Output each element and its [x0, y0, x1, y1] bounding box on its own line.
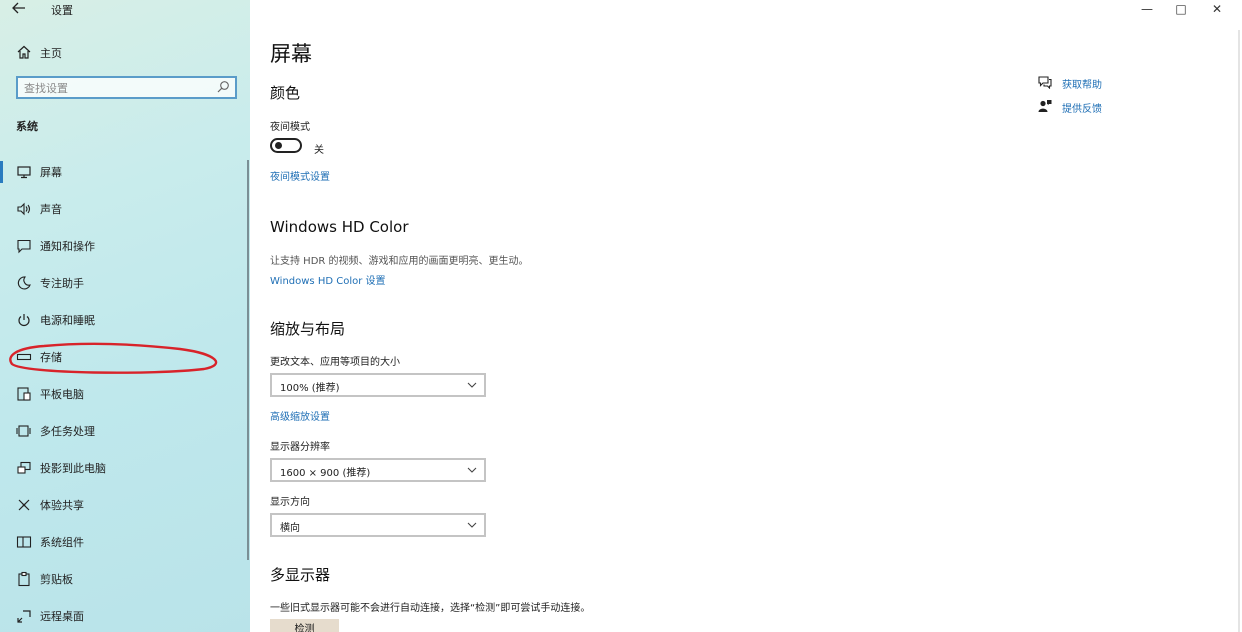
- tablet-icon: [17, 387, 31, 401]
- sidebar-item-label: 体验共享: [40, 499, 84, 512]
- color-heading: 颜色: [270, 84, 301, 102]
- sidebar-item-label: 存储: [40, 351, 62, 364]
- settings-window: 设置 主页 系统 屏幕: [0, 0, 1242, 632]
- section-title: 系统: [16, 120, 38, 133]
- sidebar-item-label: 平板电脑: [40, 388, 84, 401]
- sidebar-item-home[interactable]: 主页: [0, 40, 250, 64]
- sidebar-item-remote-desktop[interactable]: 远程桌面: [0, 599, 250, 632]
- maximize-button[interactable]: □: [1164, 0, 1198, 18]
- feedback-icon: [1038, 100, 1052, 112]
- sidebar-item-power-sleep[interactable]: 电源和睡眠: [0, 303, 250, 340]
- sidebar-item-label: 系统组件: [40, 536, 84, 549]
- chevron-down-icon: [467, 522, 477, 528]
- sidebar-item-tablet[interactable]: 平板电脑: [0, 377, 250, 414]
- search-input[interactable]: [24, 80, 209, 96]
- sidebar-item-system-components[interactable]: 系统组件: [0, 525, 250, 562]
- orientation-value: 横向: [280, 523, 300, 534]
- hdr-settings-link[interactable]: Windows HD Color 设置: [270, 272, 386, 287]
- resolution-label: 显示器分辨率: [270, 442, 330, 453]
- night-light-toggle[interactable]: [270, 138, 302, 153]
- sidebar-item-label: 专注助手: [40, 277, 84, 290]
- monitor-icon: [17, 166, 31, 179]
- page-title: 屏幕: [270, 42, 312, 66]
- hdr-description: 让支持 HDR 的视频、游戏和应用的画面更明亮、更生动。: [270, 256, 529, 267]
- notification-icon: [17, 239, 31, 254]
- sidebar-item-display[interactable]: 屏幕: [0, 155, 250, 192]
- project-icon: [17, 461, 31, 474]
- scale-dropdown[interactable]: 100% (推荐): [270, 373, 486, 397]
- close-button[interactable]: ✕: [1200, 0, 1234, 18]
- power-icon: [18, 314, 30, 327]
- orientation-dropdown[interactable]: 横向: [270, 513, 486, 537]
- resolution-value: 1600 × 900 (推荐): [280, 468, 371, 479]
- speaker-icon: [17, 202, 31, 216]
- sidebar-item-label: 投影到此电脑: [40, 462, 106, 475]
- sidebar-item-notifications[interactable]: 通知和操作: [0, 229, 250, 266]
- sidebar-item-storage[interactable]: 存储: [0, 340, 250, 377]
- remote-desktop-icon: [17, 610, 31, 623]
- sidebar: 设置 主页 系统 屏幕: [0, 0, 250, 632]
- feedback-label: 提供反馈: [1062, 104, 1102, 115]
- scale-label: 更改文本、应用等项目的大小: [270, 357, 400, 368]
- sidebar-item-focus-assist[interactable]: 专注助手: [0, 266, 250, 303]
- toggle-knob: [275, 142, 282, 149]
- storage-icon: [16, 353, 32, 361]
- search-box[interactable]: [16, 76, 237, 99]
- detect-button[interactable]: 检测: [270, 619, 339, 632]
- advanced-scaling-link[interactable]: 高级缩放设置: [270, 408, 330, 423]
- arrow-left-icon: [12, 2, 25, 14]
- main-content: — □ ✕ 屏幕 颜色 夜间模式 关 夜间模式设置 Windows HD Col…: [250, 0, 1242, 632]
- sidebar-item-label: 声音: [40, 203, 62, 216]
- sidebar-item-clipboard[interactable]: 剪贴板: [0, 562, 250, 599]
- sidebar-nav: 屏幕 声音 通知和操作 专注助手 电源和睡眠 存储 平板电脑 多任务处理 投影到…: [0, 155, 250, 632]
- minimize-button[interactable]: —: [1130, 0, 1164, 18]
- sidebar-scrollbar[interactable]: [247, 160, 249, 560]
- sidebar-item-label: 电源和睡眠: [40, 314, 95, 327]
- main-scrollbar[interactable]: [1238, 30, 1240, 632]
- app-title: 设置: [51, 4, 73, 17]
- sidebar-item-shared-experiences[interactable]: 体验共享: [0, 488, 250, 525]
- share-icon: [18, 499, 30, 511]
- resolution-dropdown[interactable]: 1600 × 900 (推荐): [270, 458, 486, 482]
- sidebar-item-label: 主页: [40, 47, 62, 60]
- sidebar-item-label: 多任务处理: [40, 425, 95, 438]
- moon-icon: [17, 276, 31, 290]
- multi-display-description: 一些旧式显示器可能不会进行自动连接，选择“检测”即可尝试手动连接。: [270, 603, 591, 614]
- sidebar-item-project[interactable]: 投影到此电脑: [0, 451, 250, 488]
- multitask-icon: [16, 425, 31, 437]
- home-icon: [17, 45, 31, 59]
- sidebar-item-label: 远程桌面: [40, 610, 84, 623]
- clipboard-icon: [18, 571, 30, 587]
- night-light-settings-link[interactable]: 夜间模式设置: [270, 168, 330, 183]
- get-help-label: 获取帮助: [1062, 80, 1102, 91]
- chevron-down-icon: [467, 382, 477, 388]
- chevron-down-icon: [467, 467, 477, 473]
- back-button[interactable]: [12, 0, 34, 18]
- sidebar-item-label: 剪贴板: [40, 573, 73, 586]
- help-chat-icon: [1038, 76, 1052, 89]
- components-icon: [16, 536, 32, 548]
- orientation-label: 显示方向: [270, 497, 310, 508]
- sidebar-item-label: 通知和操作: [40, 240, 95, 253]
- night-light-label: 夜间模式: [270, 122, 310, 133]
- multi-display-heading: 多显示器: [270, 566, 331, 584]
- scale-layout-heading: 缩放与布局: [270, 320, 346, 338]
- sidebar-item-sound[interactable]: 声音: [0, 192, 250, 229]
- sidebar-item-label: 屏幕: [40, 166, 62, 179]
- night-light-state: 关: [314, 145, 324, 156]
- hdr-heading: Windows HD Color: [270, 218, 409, 236]
- search-icon[interactable]: [216, 80, 230, 94]
- scale-value: 100% (推荐): [280, 383, 340, 394]
- sidebar-item-multitasking[interactable]: 多任务处理: [0, 414, 250, 451]
